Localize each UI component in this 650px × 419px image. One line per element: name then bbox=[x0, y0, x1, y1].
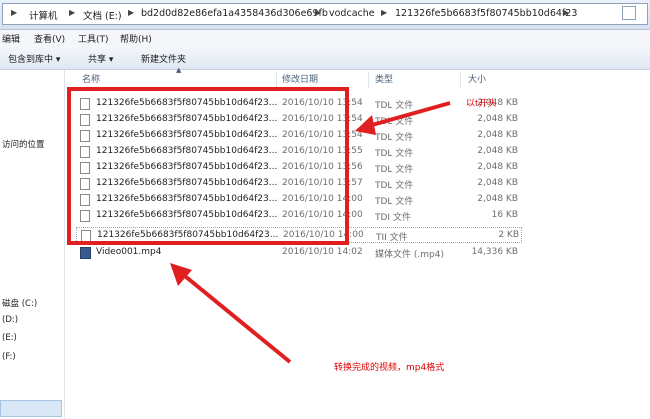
arrow-to-tdl-files bbox=[355, 101, 451, 135]
annotation-mp4-note: 转换完成的视频，mp4格式 bbox=[334, 363, 445, 373]
arrow-to-mp4 bbox=[170, 263, 292, 364]
annotation-arrows bbox=[170, 101, 451, 364]
annotation-tdl-note: 以t开头 bbox=[466, 99, 497, 109]
arrow-shaft bbox=[364, 101, 451, 129]
arrow-head bbox=[170, 263, 192, 286]
arrow-head bbox=[355, 115, 376, 135]
arrow-shaft bbox=[178, 270, 292, 364]
